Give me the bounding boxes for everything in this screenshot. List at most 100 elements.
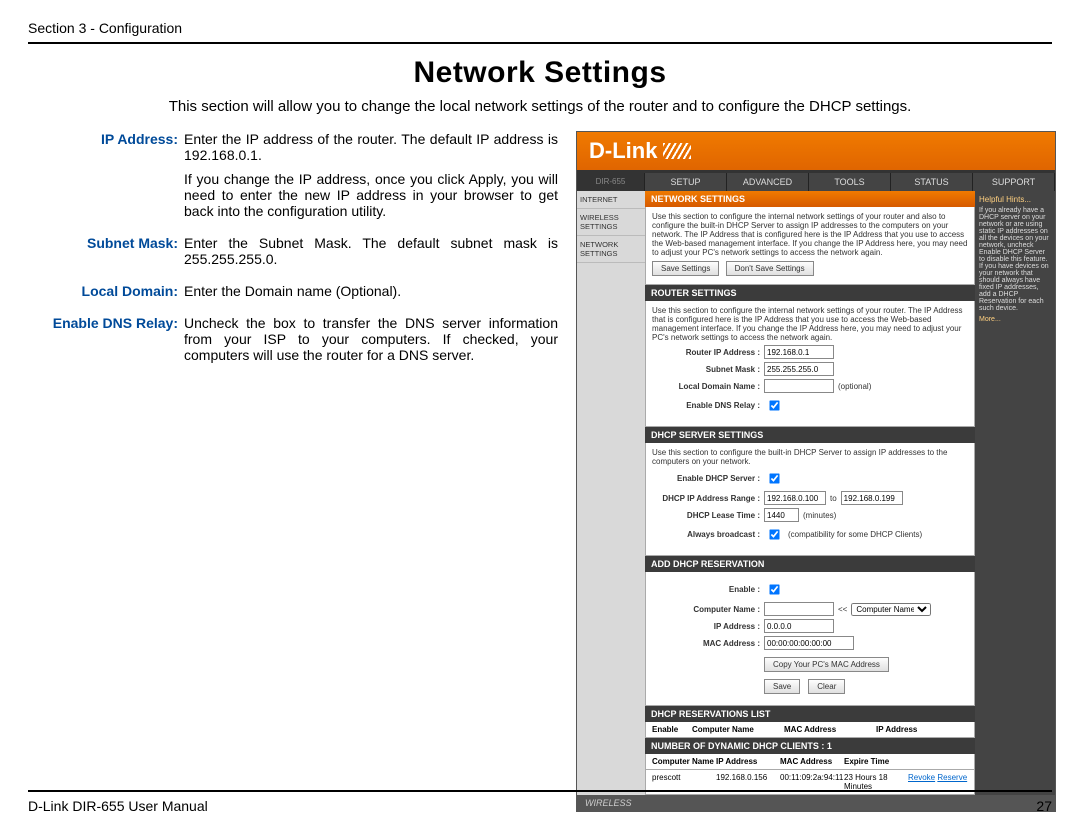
hints-title: Helpful Hints... [979,195,1051,204]
running-header: Section 3 - Configuration [28,20,1052,36]
dyn-h4: Expire Time [844,757,908,766]
panel-dhcp-title: DHCP SERVER SETTINGS [645,427,975,443]
dhcp-range-label: DHCP IP Address Range : [652,494,760,503]
dhcp-range-to[interactable] [841,491,903,505]
lease-input[interactable] [764,508,799,522]
reslist-h2: Computer Name [692,725,784,734]
reslist-h3: MAC Address [784,725,876,734]
router-ip-input[interactable] [764,345,834,359]
definitions-column: IP Address: Enter the IP address of the … [28,131,558,812]
top-rule [28,42,1052,44]
revoke-link[interactable]: Revoke [908,773,935,782]
side-wireless[interactable]: WIRELESS SETTINGS [577,209,645,236]
addres-clear-button[interactable]: Clear [808,679,845,694]
content-row: IP Address: Enter the IP address of the … [28,131,1052,812]
lease-unit: (minutes) [803,511,836,520]
dnsrelay-label: Enable DNS Relay : [652,401,760,410]
addres-en-check[interactable] [769,584,779,594]
addres-save-button[interactable]: Save [764,679,800,694]
ss-sidebar: INTERNET WIRELESS SETTINGS NETWORK SETTI… [577,191,645,795]
tab-advanced[interactable]: ADVANCED [727,173,809,191]
addres-cn-input[interactable] [764,602,834,616]
model-label: DIR-655 [577,173,645,191]
ss-brand-bar: D-Link [577,132,1055,173]
footer-left: D-Link DIR-655 User Manual [28,798,208,814]
side-internet[interactable]: INTERNET [577,191,645,209]
addres-en-label: Enable : [652,585,760,594]
panel-addres-body: Enable : Computer Name :<<Computer Name … [645,572,975,706]
panel-dyn-title: NUMBER OF DYNAMIC DHCP CLIENTS : 1 [645,738,975,754]
domain-label: Local Domain Name : [652,382,760,391]
addres-mac-input[interactable] [764,636,854,650]
bcast-hint: (compatibility for some DHCP Clients) [788,530,922,539]
panel-router-desc: Use this section to configure the intern… [652,306,968,342]
panel-network-desc: Use this section to configure the intern… [652,212,968,257]
reslist-h4: IP Address [876,725,968,734]
panel-dhcp-body: Use this section to configure the built-… [645,443,975,556]
panel-network-body: Use this section to configure the intern… [645,207,975,285]
dhcp-en-label: Enable DHCP Server : [652,474,760,483]
ss-main: NETWORK SETTINGS Use this section to con… [645,191,975,795]
arrow-left-icon: << [838,605,847,614]
domain-input[interactable] [764,379,834,393]
save-settings-button[interactable]: Save Settings [652,261,719,276]
addres-cn-select[interactable]: Computer Name [851,603,931,616]
brand-stripes-icon [663,143,691,159]
panel-reslist-title: DHCP RESERVATIONS LIST [645,706,975,722]
reserve-link[interactable]: Reserve [937,773,967,782]
tab-tools[interactable]: TOOLS [809,173,891,191]
subnet-label: Subnet Mask : [652,365,760,374]
desc-ip-p1: Enter the IP address of the router. The … [184,131,558,163]
addres-ip-label: IP Address : [652,622,760,631]
router-screenshot: D-Link DIR-655 SETUP ADVANCED TOOLS STAT… [576,131,1056,812]
panel-dhcp-desc: Use this section to configure the built-… [652,448,968,466]
desc-dns-relay: Uncheck the box to transfer the DNS serv… [184,315,558,363]
addres-cn-label: Computer Name : [652,605,760,614]
footer-right: 27 [1036,798,1052,814]
ss-tabs: DIR-655 SETUP ADVANCED TOOLS STATUS SUPP… [577,173,1055,191]
copy-mac-button[interactable]: Copy Your PC's MAC Address [764,657,889,672]
dyn-h3: MAC Address [780,757,844,766]
def-local-domain: Local Domain: Enter the Domain name (Opt… [28,283,558,307]
reslist-h1: Enable [652,725,692,734]
subnet-input[interactable] [764,362,834,376]
side-network[interactable]: NETWORK SETTINGS [577,236,645,263]
dyn-h2: IP Address [716,757,780,766]
addres-mac-label: MAC Address : [652,639,760,648]
domain-hint: (optional) [838,382,871,391]
intro-text: This section will allow you to change th… [28,98,1052,115]
router-ip-label: Router IP Address : [652,348,760,357]
addres-ip-input[interactable] [764,619,834,633]
more-link[interactable]: More... [979,316,1051,323]
def-ip-address: IP Address: Enter the IP address of the … [28,131,558,227]
bcast-check[interactable] [769,529,779,539]
tab-support[interactable]: SUPPORT [973,173,1055,191]
term-ip-address: IP Address: [28,131,178,227]
tab-status[interactable]: STATUS [891,173,973,191]
panel-network-title: NETWORK SETTINGS [645,191,975,207]
footer: D-Link DIR-655 User Manual 27 [28,784,1052,814]
dhcp-range-from[interactable] [764,491,826,505]
bcast-label: Always broadcast : [652,530,760,539]
range-to-word: to [830,494,837,503]
panel-router-title: ROUTER SETTINGS [645,285,975,301]
hints-body: If you already have a DHCP server on you… [979,207,1051,312]
tab-setup[interactable]: SETUP [645,173,727,191]
term-subnet: Subnet Mask: [28,235,178,275]
term-domain: Local Domain: [28,283,178,307]
dhcp-en-check[interactable] [769,473,779,483]
dyn-header: Computer Name IP Address MAC Address Exp… [645,754,975,770]
brand-text: D-Link [589,138,657,164]
term-dns-relay: Enable DNS Relay: [28,315,178,371]
dnsrelay-check[interactable] [769,400,779,410]
dyn-h1: Computer Name [652,757,716,766]
panel-addres-title: ADD DHCP RESERVATION [645,556,975,572]
desc-subnet: Enter the Subnet Mask. The default subne… [184,235,558,267]
lease-label: DHCP Lease Time : [652,511,760,520]
dont-save-button[interactable]: Don't Save Settings [726,261,814,276]
reslist-header: Enable Computer Name MAC Address IP Addr… [645,722,975,738]
def-dns-relay: Enable DNS Relay: Uncheck the box to tra… [28,315,558,371]
panel-router-body: Use this section to configure the intern… [645,301,975,427]
desc-domain: Enter the Domain name (Optional). [184,283,558,299]
screenshot-column: D-Link DIR-655 SETUP ADVANCED TOOLS STAT… [576,131,1056,812]
